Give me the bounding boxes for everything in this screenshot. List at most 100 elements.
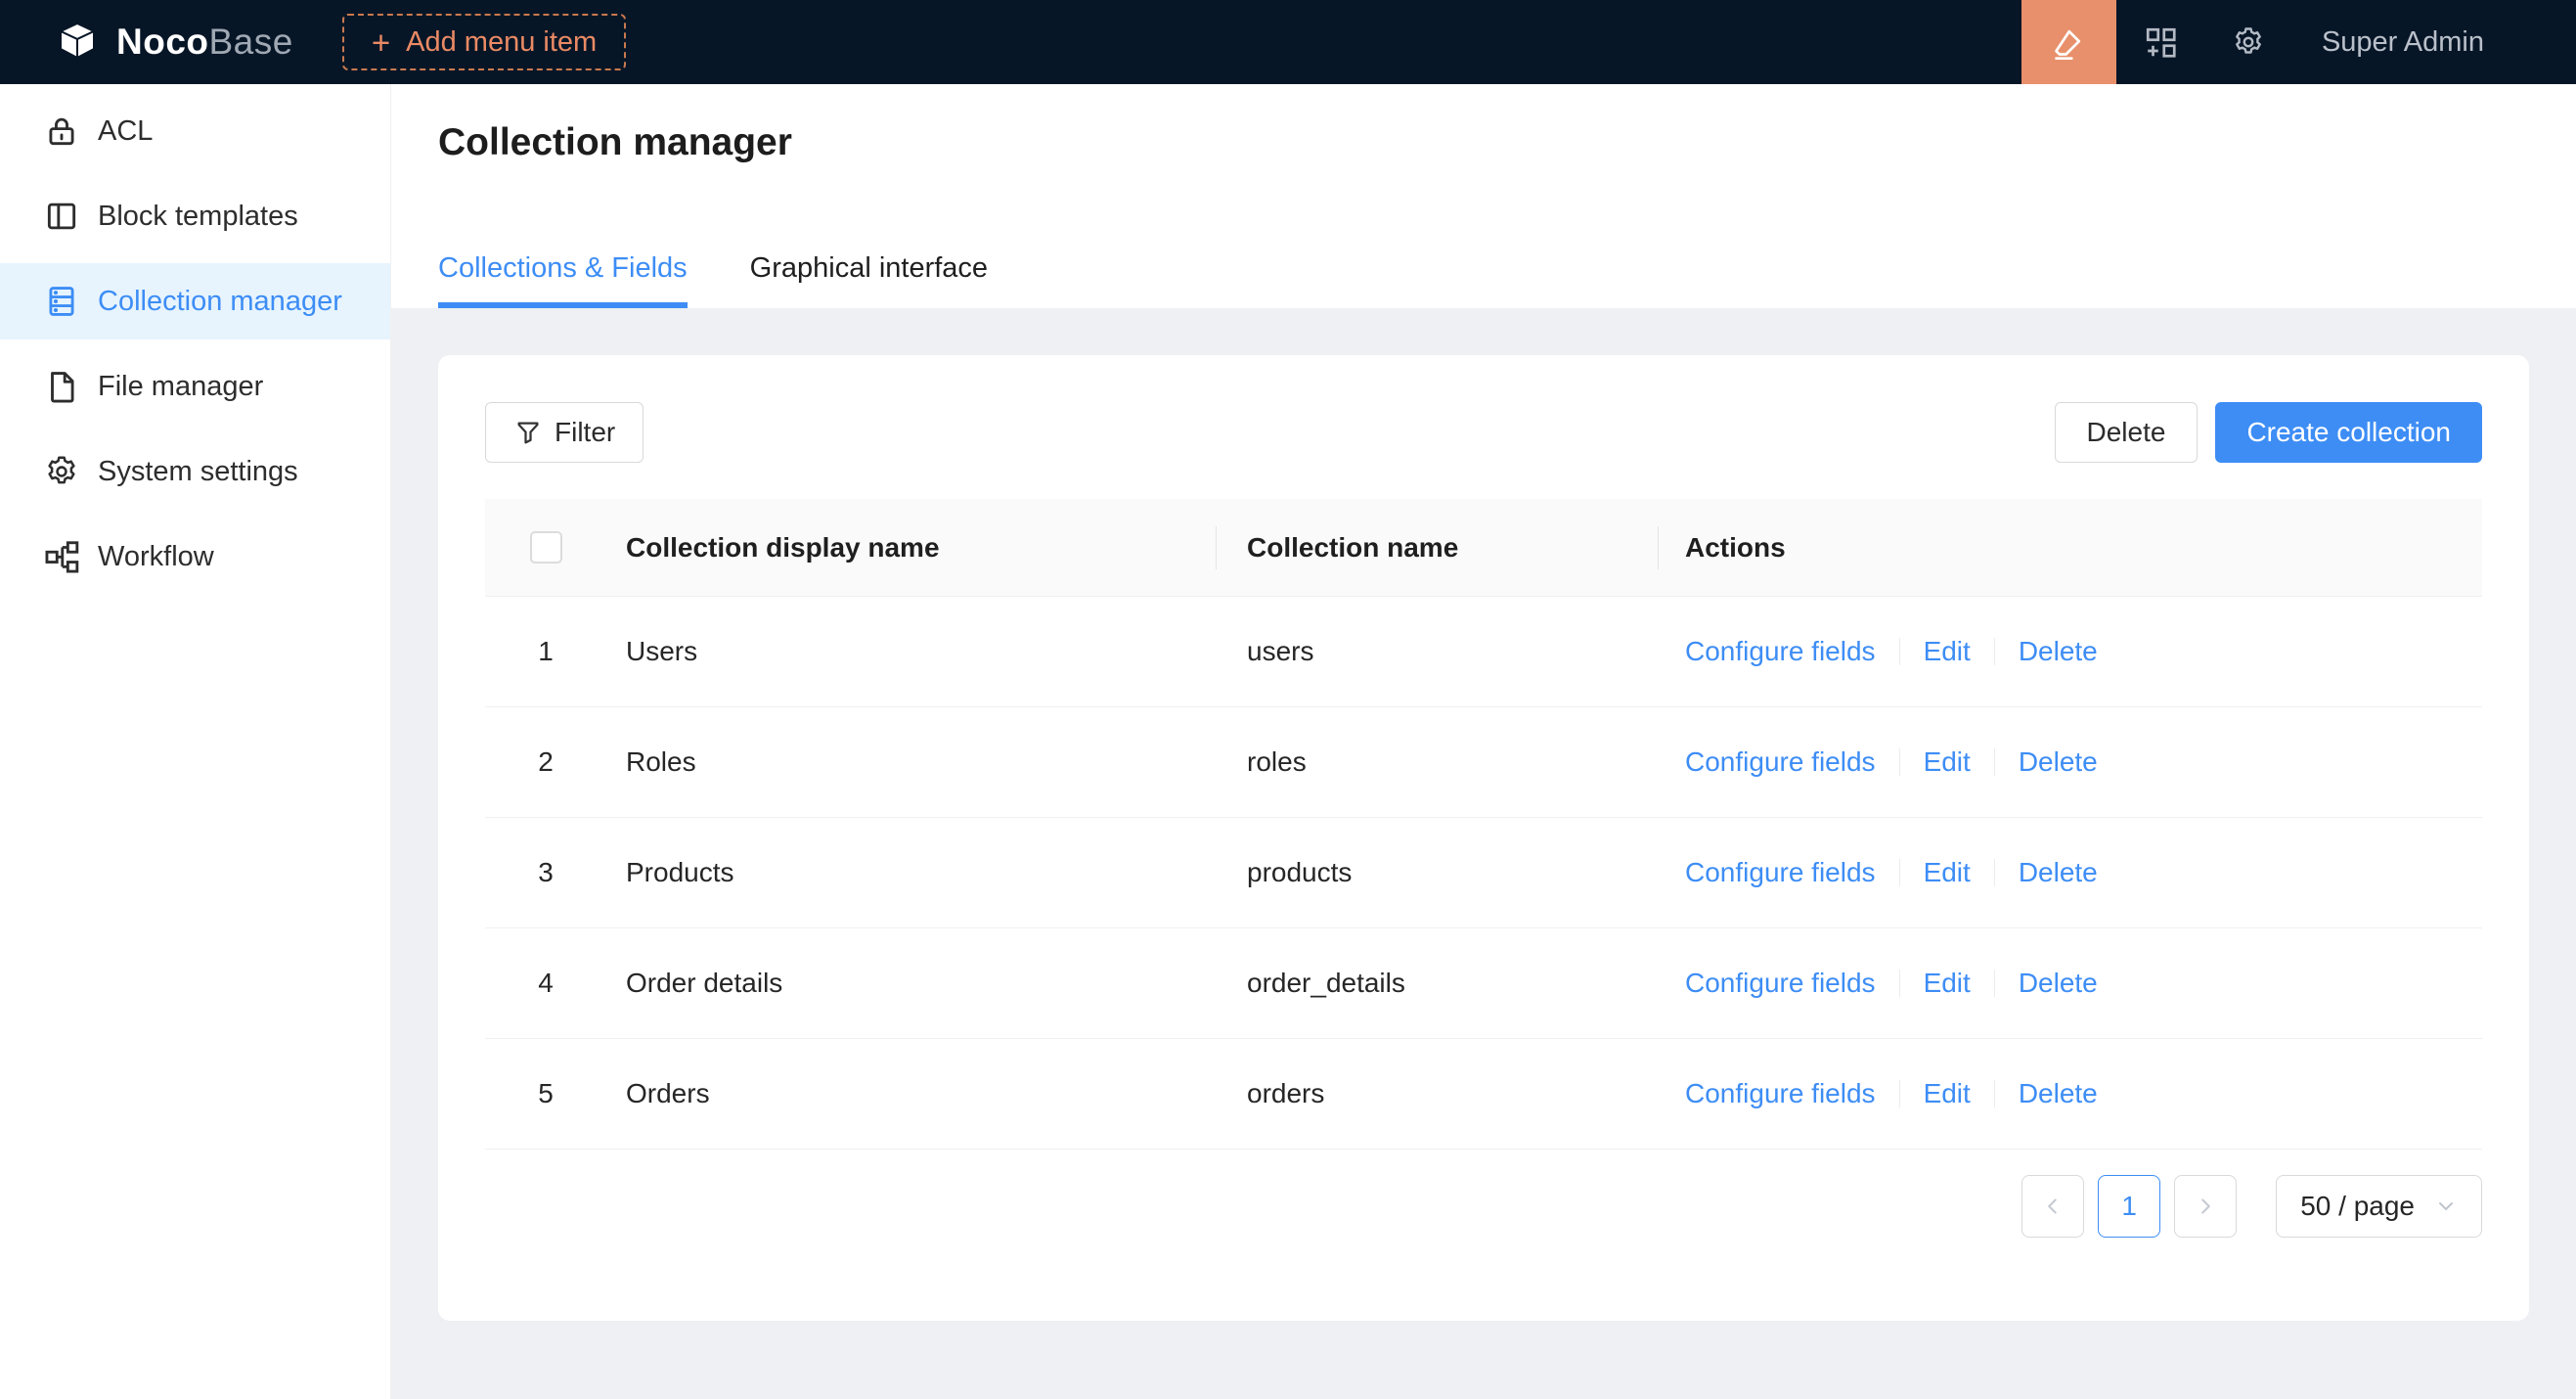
plugins-button[interactable] bbox=[2116, 0, 2204, 84]
configure-fields-link[interactable]: Configure fields bbox=[1685, 746, 1876, 778]
sidebar-item-workflow[interactable]: Workflow bbox=[0, 519, 390, 595]
tab-graphical-interface[interactable]: Graphical interface bbox=[750, 252, 988, 308]
gear-icon bbox=[2231, 24, 2266, 60]
cell-display-name: Roles bbox=[606, 746, 1216, 778]
cell-collection-name: orders bbox=[1216, 1078, 1658, 1109]
table-row: 2 Roles roles Configure fields Edit Dele… bbox=[485, 707, 2482, 818]
edit-link[interactable]: Edit bbox=[1924, 636, 1971, 667]
row-index: 5 bbox=[485, 1078, 606, 1109]
action-divider bbox=[1899, 638, 1900, 665]
sidebar-item-file-manager[interactable]: File manager bbox=[0, 348, 390, 425]
page-size-label: 50 / page bbox=[2300, 1191, 2415, 1222]
delete-button[interactable]: Delete bbox=[2055, 402, 2198, 463]
logo-text-bold: Noco bbox=[116, 22, 209, 62]
configure-fields-link[interactable]: Configure fields bbox=[1685, 857, 1876, 888]
sidebar-item-label: File manager bbox=[98, 371, 263, 403]
top-navigation-bar: NocoBase + Add menu item bbox=[0, 0, 2576, 84]
file-icon bbox=[43, 368, 80, 405]
pagination: 1 50 / page bbox=[485, 1175, 2482, 1238]
sidebar-item-collection-manager[interactable]: Collection manager bbox=[0, 263, 390, 339]
action-divider bbox=[1899, 748, 1900, 776]
tab-collections-and-fields[interactable]: Collections & Fields bbox=[438, 252, 688, 308]
settings-sidebar: ACL Block templates Collection manager F… bbox=[0, 84, 391, 1399]
table-row: 3 Products products Configure fields Edi… bbox=[485, 818, 2482, 928]
edit-link[interactable]: Edit bbox=[1924, 857, 1971, 888]
toolbar-right-buttons: Delete Create collection bbox=[2055, 402, 2483, 463]
cell-collection-name: users bbox=[1216, 636, 1658, 667]
column-header-display-name: Collection display name bbox=[606, 499, 1216, 596]
delete-link[interactable]: Delete bbox=[2019, 968, 2098, 999]
select-all-checkbox[interactable] bbox=[530, 531, 562, 564]
table-row: 5 Orders orders Configure fields Edit De… bbox=[485, 1039, 2482, 1150]
sidebar-item-label: Block templates bbox=[98, 201, 298, 233]
delete-link[interactable]: Delete bbox=[2019, 636, 2098, 667]
configure-fields-link[interactable]: Configure fields bbox=[1685, 636, 1876, 667]
delete-link[interactable]: Delete bbox=[2019, 746, 2098, 778]
cell-display-name: Users bbox=[606, 636, 1216, 667]
collections-card: Filter Delete Create collection bbox=[438, 355, 2529, 1321]
add-menu-item-label: Add menu item bbox=[406, 26, 597, 59]
action-divider bbox=[1899, 970, 1900, 997]
row-index: 4 bbox=[485, 968, 606, 999]
settings-button[interactable] bbox=[2204, 0, 2292, 84]
cell-actions: Configure fields Edit Delete bbox=[1658, 968, 2482, 999]
sidebar-item-system-settings[interactable]: System settings bbox=[0, 433, 390, 510]
sidebar-item-acl[interactable]: ACL bbox=[0, 93, 390, 169]
database-icon bbox=[43, 283, 80, 320]
logo-text-light: Base bbox=[209, 22, 293, 62]
main-content: Collection manager Collections & Fields … bbox=[391, 84, 2576, 1399]
action-divider bbox=[1994, 970, 1995, 997]
sidebar-item-label: Workflow bbox=[98, 541, 214, 573]
delete-link[interactable]: Delete bbox=[2019, 857, 2098, 888]
edit-link[interactable]: Edit bbox=[1924, 968, 1971, 999]
cell-display-name: Products bbox=[606, 857, 1216, 888]
edit-link[interactable]: Edit bbox=[1924, 1078, 1971, 1109]
previous-page-button[interactable] bbox=[2021, 1175, 2084, 1238]
sidebar-item-label: ACL bbox=[98, 115, 153, 148]
chevron-right-icon bbox=[2193, 1194, 2218, 1219]
column-header-collection-name: Collection name bbox=[1216, 499, 1658, 596]
plus-icon: + bbox=[372, 26, 390, 59]
highlighter-icon bbox=[2049, 23, 2088, 62]
page-size-select[interactable]: 50 / page bbox=[2276, 1175, 2482, 1238]
next-page-button[interactable] bbox=[2174, 1175, 2237, 1238]
nocobase-logo: NocoBase bbox=[54, 19, 293, 66]
delete-link[interactable]: Delete bbox=[2019, 1078, 2098, 1109]
action-divider bbox=[1994, 859, 1995, 886]
add-menu-item-button[interactable]: + Add menu item bbox=[342, 14, 626, 70]
collections-table: Collection display name Collection name … bbox=[485, 499, 2482, 1150]
edit-link[interactable]: Edit bbox=[1924, 746, 1971, 778]
chevron-left-icon bbox=[2040, 1194, 2065, 1219]
table-toolbar: Filter Delete Create collection bbox=[485, 402, 2482, 463]
content-area: Filter Delete Create collection bbox=[391, 308, 2576, 1399]
filter-button[interactable]: Filter bbox=[485, 402, 644, 463]
create-collection-button[interactable]: Create collection bbox=[2215, 402, 2482, 463]
logo-cube-icon bbox=[54, 19, 101, 66]
table-header-row: Collection display name Collection name … bbox=[485, 499, 2482, 597]
cell-collection-name: order_details bbox=[1216, 968, 1658, 999]
sidebar-item-block-templates[interactable]: Block templates bbox=[0, 178, 390, 254]
user-menu[interactable]: Super Admin bbox=[2322, 26, 2484, 59]
app-window: NocoBase + Add menu item bbox=[0, 0, 2576, 1399]
page-title: Collection manager bbox=[438, 121, 2576, 164]
appstore-add-icon bbox=[2143, 24, 2178, 60]
page-number-button[interactable]: 1 bbox=[2098, 1175, 2160, 1238]
action-divider bbox=[1899, 859, 1900, 886]
action-divider bbox=[1994, 748, 1995, 776]
layout-icon bbox=[43, 198, 80, 235]
action-divider bbox=[1994, 638, 1995, 665]
table-row: 1 Users users Configure fields Edit Dele… bbox=[485, 597, 2482, 707]
create-collection-label: Create collection bbox=[2246, 417, 2451, 448]
cell-actions: Configure fields Edit Delete bbox=[1658, 1078, 2482, 1109]
ui-editor-toggle-button[interactable] bbox=[2021, 0, 2116, 84]
configure-fields-link[interactable]: Configure fields bbox=[1685, 1078, 1876, 1109]
row-index: 2 bbox=[485, 746, 606, 778]
chevron-down-icon bbox=[2434, 1195, 2458, 1218]
row-index: 1 bbox=[485, 636, 606, 667]
action-divider bbox=[1994, 1080, 1995, 1107]
workflow-icon bbox=[43, 538, 80, 575]
configure-fields-link[interactable]: Configure fields bbox=[1685, 968, 1876, 999]
cell-actions: Configure fields Edit Delete bbox=[1658, 746, 2482, 778]
tab-bar: Collections & Fields Graphical interface bbox=[438, 252, 988, 308]
cell-collection-name: products bbox=[1216, 857, 1658, 888]
